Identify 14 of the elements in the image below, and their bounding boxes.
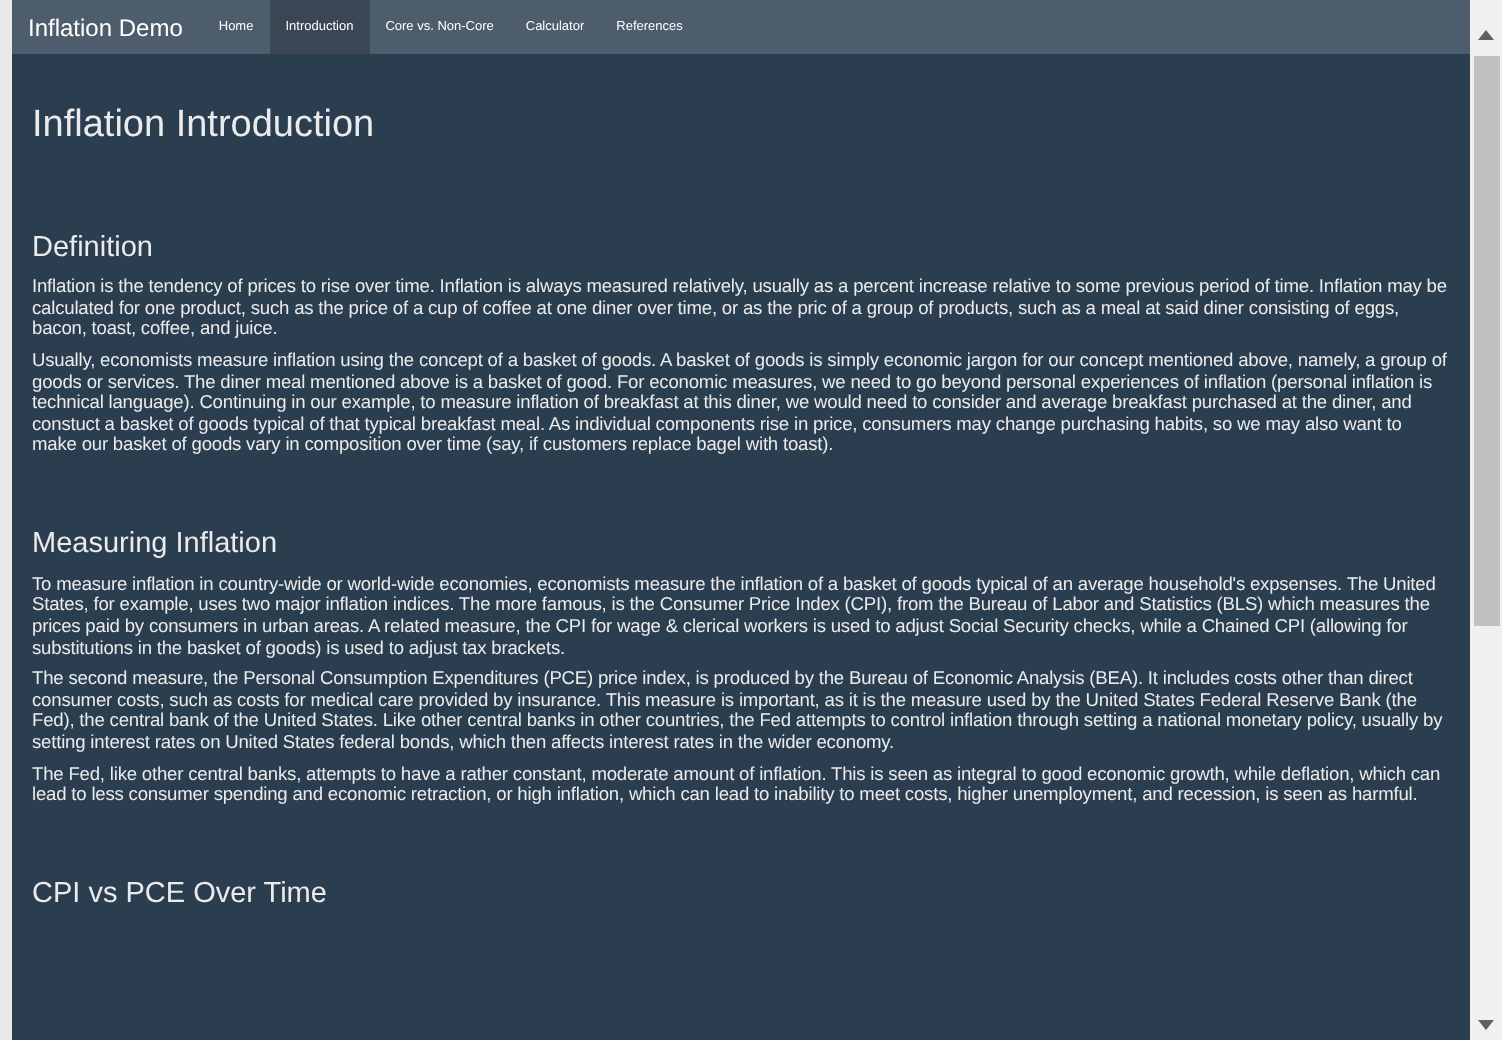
section-heading: Measuring Inflation bbox=[32, 526, 280, 564]
scroll-up-icon[interactable] bbox=[1478, 28, 1494, 40]
paragraph: Usually, economists measure inflation using the concept of a basket of goods. A basket of goods is simply economic jargon for our concept mentioned above, namely, a group of goods or services. The diner meal mentioned above is a basket of good. For economic measures, we need to go beyond personal experiences of inflation (personal inflation is technical language). Continuing in our example, to measure inflation of breakfast at this diner, we would need to consider and average breakfast purchased at the diner, and constuct a basket of goods typical of that typical breakfast meal. As individual components rise in price, consumers may change purchasing habits, so we may also want to make our basket of goods vary in composition over time (say, if customers replace bagel with toast). bbox=[32, 350, 1449, 456]
section-heading: Definition bbox=[32, 229, 155, 267]
scroll-down-icon[interactable] bbox=[1478, 1020, 1494, 1032]
page-title: Inflation Introduction bbox=[32, 102, 377, 150]
section-heading: CPI vs PCE Over Time bbox=[32, 875, 329, 914]
brand-link[interactable]: Inflation Demo bbox=[28, 9, 183, 45]
scroll-thumb[interactable] bbox=[1473, 56, 1499, 626]
scrollbar[interactable] bbox=[1470, 0, 1502, 1040]
paragraph: Inflation is the tendency of prices to rise over time. Inflation is always measured relatively, usually as a percent increase relative to some previous period of time. Inflation may be calculated for one product, such as the price of a cup of coffee at one diner over time, or as the pric of a group of products, such as a meal at said diner consisting of eggs, bacon, toast, coffee, and juice. bbox=[32, 276, 1449, 341]
paragraph: The second measure, the Personal Consumption Expenditures (PCE) price index, is produced by the Bureau of Economic Analysis (BEA). It includes costs other than direct consumer costs, such as costs for medical care provided by insurance. This measure is important, as it is the measure used by the United States Federal Reserve Bank (the Fed), the central bank of the United States. Like other central banks in other countries, the Fed attempts to control inflation through setting a national monetary policy, usually by setting interest rates on United States federal bonds, which then affects interest rates in the wider economy. bbox=[32, 668, 1445, 753]
paragraph: The Fed, like other central banks, attempts to have a rather constant, moderate amount of inflation. This is seen as integral to good economic growth, while deflation, which can lead to less consumer spending and economic retraction, or high inflation, which can lead to inability to meet costs, higher unemployment, and recession, is seen as harmful. bbox=[32, 763, 1443, 806]
paragraph: To measure inflation in country-wide or world-wide economies, economists measure the inflation of a basket of goods typical of an average household's expsenses. The United States, for example, uses two major inflation indices. The more famous, is the Consumer Price Index (CPI), from the Bureau of Labor and Statistics (BLS) which measures the prices paid by consumers in urban areas. A related measure, the CPI for wage & clerical workers is used to adjust Social Security checks, while a Chained CPI (allowing for substitutions in the basket of goods) is used to adjust tax brackets. bbox=[32, 573, 1438, 659]
